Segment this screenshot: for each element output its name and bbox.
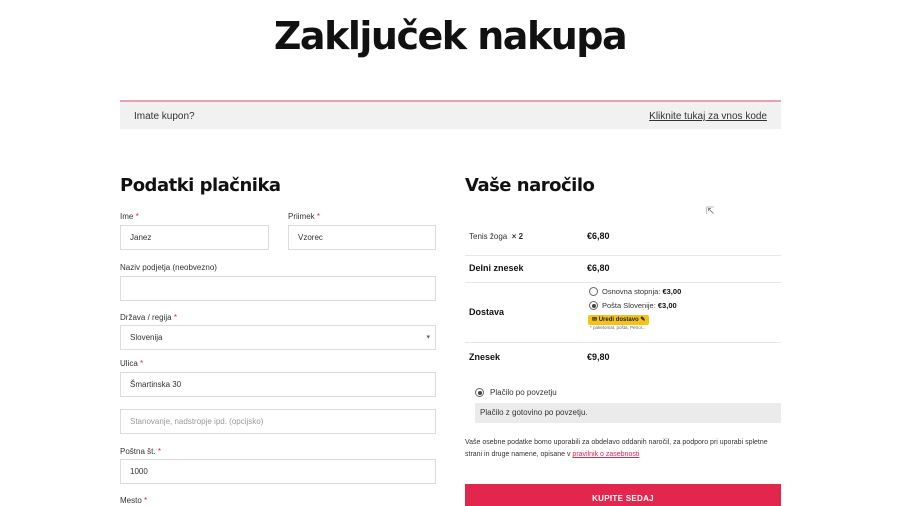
billing-heading: Podatki plačnika xyxy=(120,175,281,196)
item-price: €6,80 xyxy=(587,231,610,241)
street-label: Ulica * xyxy=(120,359,144,368)
total-row: Znesek €9,80 xyxy=(465,343,781,373)
privacy-policy-link[interactable]: pravilnik o zasebnosti xyxy=(572,451,639,458)
street-input[interactable]: Šmartinska 30 xyxy=(120,372,436,397)
postcode-label: Poštna št. * xyxy=(120,447,161,456)
total-label: Znesek xyxy=(469,352,501,362)
total-value: €9,80 xyxy=(587,352,610,362)
subtotal-label: Delni znesek xyxy=(469,263,524,273)
edit-shipping-button[interactable]: ✉ Uredi dostavo ✎ xyxy=(588,315,650,325)
coupon-link[interactable]: Kliknite tukaj za vnos kode xyxy=(649,111,767,122)
shipping-radio-basic[interactable] xyxy=(589,287,598,296)
last-name-input[interactable]: Vzorec xyxy=(288,225,436,250)
first-name-input[interactable]: Janez xyxy=(120,225,269,250)
privacy-notice: Vaše osebne podatke bomo uporabili za ob… xyxy=(465,439,768,458)
city-label: Mesto * xyxy=(120,496,148,505)
country-select[interactable]: Slovenija xyxy=(120,325,436,350)
country-value: Slovenija xyxy=(130,333,163,342)
shipping-option-basic: Osnovna stopnja: €3,00 xyxy=(602,287,682,296)
subtotal-row: Delni znesek €6,80 xyxy=(465,256,781,283)
shipping-radio-posta[interactable] xyxy=(589,301,598,310)
last-name-label: Priimek * xyxy=(288,212,321,221)
subtotal-value: €6,80 xyxy=(587,263,610,273)
first-name-label: Ime * xyxy=(120,212,139,221)
page-title: Zaključek nakupa xyxy=(273,14,628,58)
order-item-row: Tenis žoga × 2 €6,80 xyxy=(465,218,781,256)
apartment-input[interactable]: Stanovanje, nadstropje ipd. (opcijsko) xyxy=(120,409,436,434)
postcode-input[interactable]: 1000 xyxy=(120,459,436,484)
coupon-notice: Imate kupon? Kliknite tukaj za vnos kode xyxy=(120,100,781,129)
order-heading: Vaše naročilo xyxy=(465,175,595,196)
payment-description: Plačilo z gotovino po povzetju. xyxy=(475,403,781,423)
payment-radio-cod[interactable] xyxy=(475,388,484,397)
shipping-option-posta: Pošta Slovenije: €3,00 xyxy=(602,301,677,310)
shipping-label: Dostava xyxy=(469,307,505,317)
company-label: Naziv podjetja (neobvezno) xyxy=(120,263,217,272)
company-input[interactable] xyxy=(120,276,436,301)
place-order-button[interactable]: KUPITE SEDAJ xyxy=(465,484,781,506)
country-label: Država / regija * xyxy=(120,313,177,322)
shipping-badge-note: * paketomat, pošta, Petrol... xyxy=(590,325,646,330)
coupon-question: Imate kupon? xyxy=(134,111,195,122)
item-name: Tenis žoga × 2 xyxy=(469,232,524,241)
mouse-cursor-icon: ⇱ xyxy=(706,206,715,217)
payment-method-label: Plačilo po povzetju xyxy=(490,388,557,397)
